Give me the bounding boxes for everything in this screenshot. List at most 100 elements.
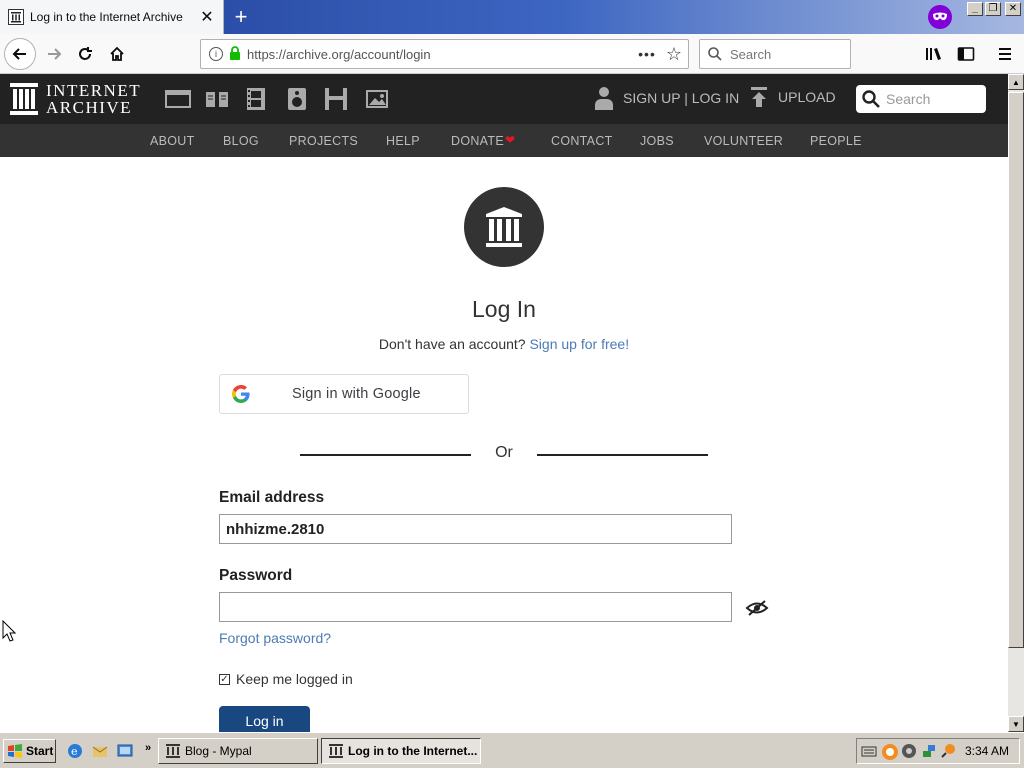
scroll-up-arrow-icon[interactable]: ▲ xyxy=(1008,74,1024,90)
site-info-icon[interactable]: i xyxy=(209,47,223,61)
menu-projects[interactable]: PROJECTS xyxy=(289,134,358,148)
keep-logged-in-checkbox[interactable]: ✓ Keep me logged in xyxy=(219,671,353,687)
archive-app-icon xyxy=(329,744,343,758)
menu-people[interactable]: PEOPLE xyxy=(810,134,862,148)
reload-icon xyxy=(79,47,92,60)
quick-launch-chevron-icon[interactable]: » xyxy=(145,742,151,754)
new-tab-icon[interactable]: + xyxy=(228,4,254,30)
taskbar-item-blog[interactable]: Blog - Mypal xyxy=(158,738,318,764)
library-icon xyxy=(926,48,941,60)
browser-tab[interactable]: Log in to the Internet Archive ✕ xyxy=(0,0,224,34)
internet-archive-favicon-icon xyxy=(8,9,24,25)
outlook-express-icon[interactable] xyxy=(91,742,109,760)
home-icon xyxy=(110,46,124,61)
archive-emblem-icon xyxy=(464,187,544,267)
email-label: Email address xyxy=(219,489,325,506)
menu-button[interactable] xyxy=(989,38,1021,70)
back-arrow-icon xyxy=(12,48,26,60)
taskbar-item-login[interactable]: Log in to the Internet... xyxy=(321,738,481,764)
browser-search-field[interactable]: Search xyxy=(699,39,851,69)
logo-line-2: ARCHIVE xyxy=(46,98,133,117)
page-scrollbar[interactable]: ▲ ▼ xyxy=(1008,74,1024,732)
internet-explorer-icon[interactable]: e xyxy=(66,742,84,760)
show-password-eye-icon[interactable] xyxy=(745,598,769,618)
page-title: Log In xyxy=(472,296,536,322)
ia-search-placeholder: Search xyxy=(886,91,931,107)
upload-icon xyxy=(751,87,767,107)
audio-icon[interactable] xyxy=(284,87,310,111)
task-label: Blog - Mypal xyxy=(185,744,252,758)
no-account-text: Don't have an account? xyxy=(378,336,526,352)
menu-help[interactable]: HELP xyxy=(386,134,420,148)
menu-jobs[interactable]: JOBS xyxy=(640,134,674,148)
sign-up-log-in-link[interactable]: SIGN UP | LOG IN xyxy=(594,86,739,110)
connection-tray-icon[interactable] xyxy=(921,743,937,759)
avast-antivirus-icon[interactable] xyxy=(881,743,899,761)
close-tab-icon[interactable]: ✕ xyxy=(197,7,217,27)
google-button-label: Sign in with Google xyxy=(292,386,421,402)
ia-search-field[interactable]: Search xyxy=(856,85,986,113)
search-icon xyxy=(708,47,722,61)
checkbox-checked-icon[interactable]: ✓ xyxy=(219,673,230,685)
forgot-password-link[interactable]: Forgot password? xyxy=(219,630,331,646)
keyboard-icon[interactable] xyxy=(861,743,877,759)
password-field[interactable] xyxy=(219,592,732,622)
upload-label: UPLOAD xyxy=(778,89,836,105)
software-icon[interactable] xyxy=(323,87,349,111)
page-viewport: INTERNET ARCHIVE SIGN UP | LOG IN UPLOAD… xyxy=(0,74,1008,732)
hamburger-menu-icon xyxy=(999,48,1011,60)
upload-link[interactable]: UPLOAD xyxy=(750,86,836,108)
video-icon[interactable] xyxy=(243,87,269,111)
scrollbar-thumb[interactable] xyxy=(1008,92,1024,648)
browser-tab-strip: Log in to the Internet Archive ✕ + _ ❐ ✕ xyxy=(0,0,1024,34)
start-label: Start xyxy=(26,744,54,758)
sidebar-icon xyxy=(957,47,975,61)
menu-donate[interactable]: DONATE xyxy=(451,134,504,148)
menu-contact[interactable]: CONTACT xyxy=(551,134,613,148)
forward-button[interactable] xyxy=(38,38,70,70)
show-desktop-icon[interactable] xyxy=(116,742,134,760)
svg-text:e: e xyxy=(71,745,78,758)
reload-button[interactable] xyxy=(69,38,101,70)
menu-blog[interactable]: BLOG xyxy=(223,134,259,148)
keep-logged-in-label: Keep me logged in xyxy=(236,671,353,687)
signup-prompt: Don't have an account? Sign up for free! xyxy=(0,336,1008,352)
or-separator: Or xyxy=(495,444,513,461)
start-button[interactable]: Start xyxy=(3,739,56,763)
search-tray-icon[interactable] xyxy=(941,743,957,759)
user-icon xyxy=(595,87,613,110)
donate-heart-icon: ❤ xyxy=(505,133,516,147)
menu-volunteer[interactable]: VOLUNTEER xyxy=(704,134,783,148)
log-in-button[interactable]: Log in xyxy=(219,706,310,732)
windows-taskbar: Start e » Blog - Mypal Log in to the Int… xyxy=(0,732,1024,768)
sidebar-button[interactable] xyxy=(950,38,982,70)
close-window-button[interactable]: ✕ xyxy=(1005,2,1021,16)
minimize-window-button[interactable]: _ xyxy=(967,2,983,16)
library-button[interactable] xyxy=(918,38,950,70)
network-tray-icon[interactable] xyxy=(901,743,917,759)
browser-nav-bar: i https://archive.org/account/login ••• … xyxy=(0,34,1024,74)
texts-icon[interactable] xyxy=(204,87,230,111)
forward-arrow-icon xyxy=(48,48,62,60)
task-label: Log in to the Internet... xyxy=(348,744,478,758)
private-browsing-mask-icon xyxy=(928,5,952,29)
web-icon[interactable] xyxy=(165,87,191,111)
ia-logo[interactable]: INTERNET ARCHIVE xyxy=(10,82,141,116)
tab-title: Log in to the Internet Archive xyxy=(30,10,183,24)
bookmark-star-icon[interactable]: ☆ xyxy=(666,44,682,65)
email-field[interactable] xyxy=(219,514,732,544)
scroll-down-arrow-icon[interactable]: ▼ xyxy=(1008,716,1024,732)
menu-about[interactable]: ABOUT xyxy=(150,134,195,148)
system-tray: 3:34 AM xyxy=(856,738,1020,764)
ia-top-nav: INTERNET ARCHIVE SIGN UP | LOG IN UPLOAD… xyxy=(0,74,1008,124)
restore-window-button[interactable]: ❐ xyxy=(985,2,1001,16)
signup-link[interactable]: Sign up for free! xyxy=(529,336,629,352)
page-actions-icon[interactable]: ••• xyxy=(638,46,656,62)
account-label: SIGN UP | LOG IN xyxy=(623,90,740,106)
url-bar[interactable]: i https://archive.org/account/login ••• … xyxy=(200,39,689,69)
archive-app-icon xyxy=(166,744,180,758)
google-sign-in-button[interactable]: Sign in with Google xyxy=(219,374,469,414)
home-button[interactable] xyxy=(101,38,133,70)
back-button[interactable] xyxy=(4,38,36,70)
images-icon[interactable] xyxy=(364,87,390,111)
